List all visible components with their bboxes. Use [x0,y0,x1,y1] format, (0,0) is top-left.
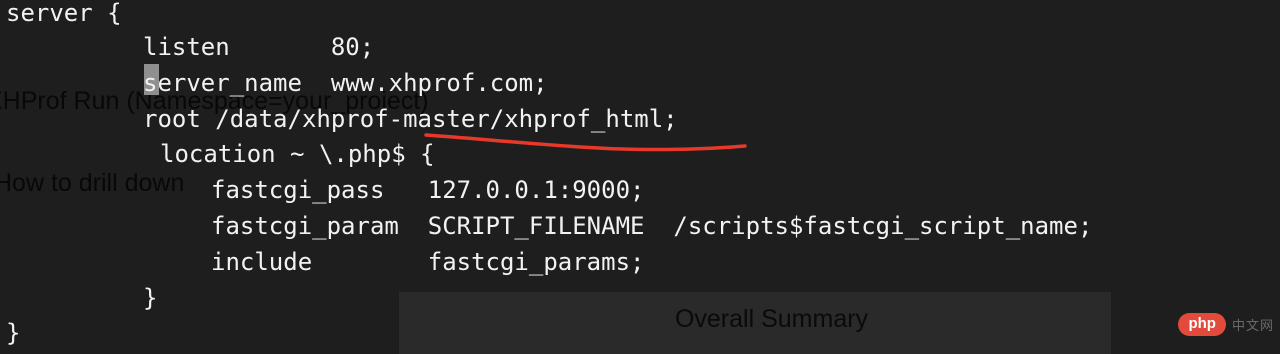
watermark-php-badge: php [1178,313,1226,336]
terminal-window: XHProf Run (Namespace=your_project) How … [0,0,1280,354]
watermark-text: 中文网 [1231,318,1274,333]
red-underline-annotation [424,133,747,152]
watermark: php 中文网 [1178,313,1274,336]
